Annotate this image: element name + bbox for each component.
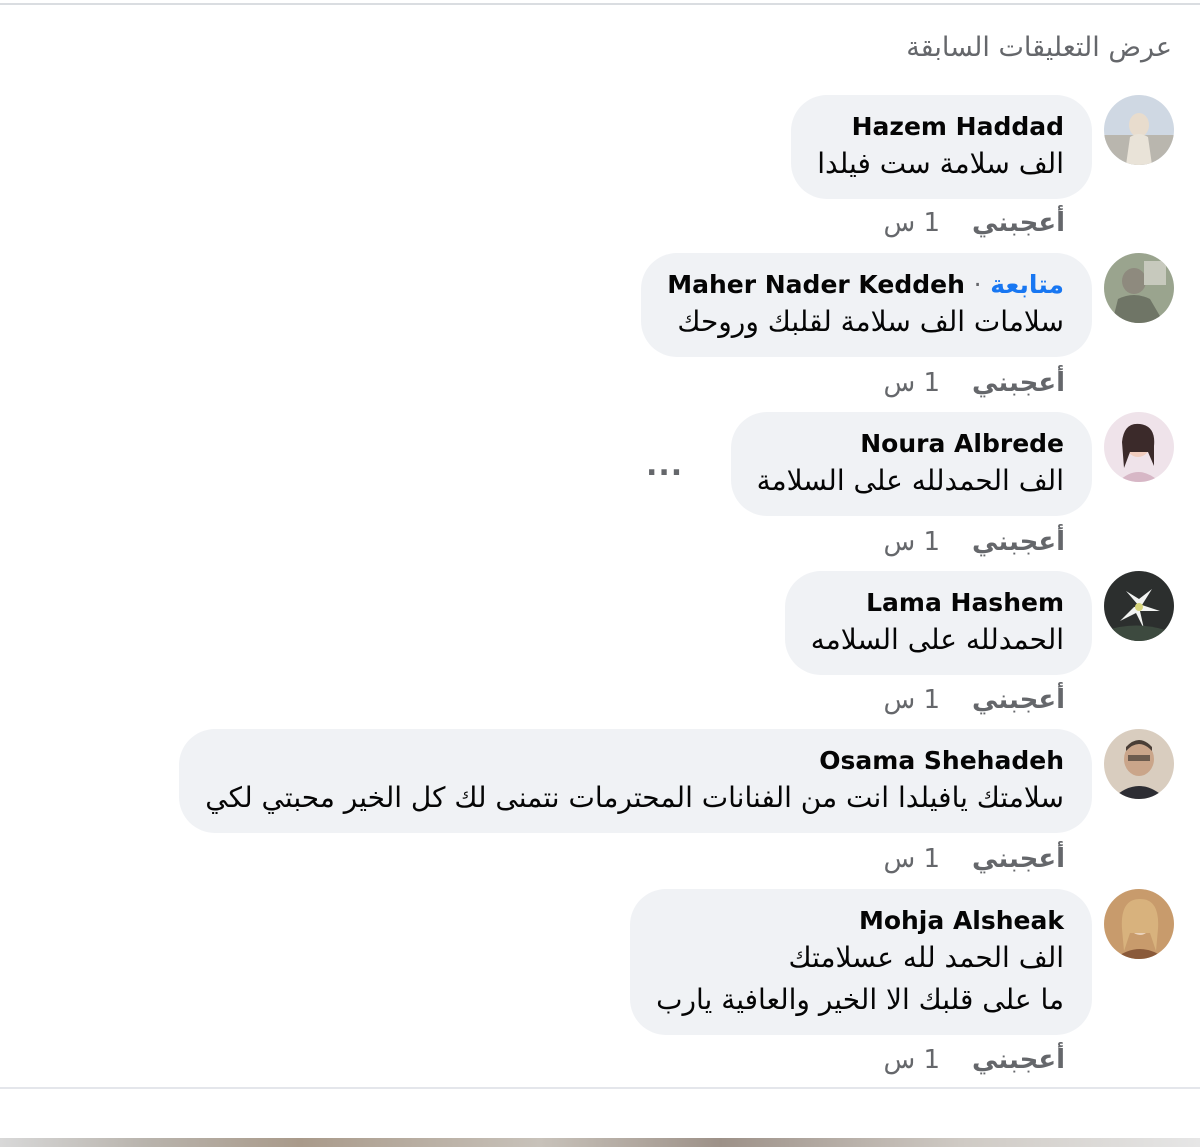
comment-actions: أعجبني 1 س: [883, 208, 1065, 238]
comment-timestamp[interactable]: 1 س: [883, 844, 940, 874]
comment-timestamp[interactable]: 1 س: [883, 527, 940, 557]
comment-actions: أعجبني 1 س: [883, 368, 1065, 398]
like-button[interactable]: أعجبني: [972, 844, 1065, 874]
comment-text: الحمدلله على السلامه: [810, 623, 1064, 656]
comment-timestamp[interactable]: 1 س: [883, 685, 940, 715]
comment-text: الف سلامة ست فيلدا: [817, 147, 1064, 180]
more-options-icon[interactable]: ...: [646, 448, 683, 483]
next-post-image-edge: [0, 1138, 1200, 1147]
comment-author-row: Maher Nader Keddeh · متابعة: [667, 269, 1064, 301]
comment-item: Maher Nader Keddeh · متابعة سلامات الف س…: [641, 253, 1174, 357]
section-divider: [0, 1087, 1200, 1089]
comment-text: الف الحمدلله على السلامة: [756, 464, 1064, 497]
comment-bubble: Noura Albrede الف الحمدلله على السلامة: [730, 412, 1092, 516]
comment-bubble: Osama Shehadeh سلامتك يافيلدا انت من الف…: [179, 729, 1092, 833]
like-button[interactable]: أعجبني: [972, 685, 1065, 715]
comment-actions: أعجبني 1 س: [883, 1045, 1065, 1075]
comment-bubble: Mohja Alsheak الف الحمد لله عسلامتك ما ع…: [630, 889, 1092, 1035]
follow-link[interactable]: متابعة: [990, 270, 1064, 299]
comment-actions: أعجبني 1 س: [883, 527, 1065, 557]
like-button[interactable]: أعجبني: [972, 527, 1065, 557]
avatar[interactable]: [1104, 571, 1174, 641]
like-button[interactable]: أعجبني: [972, 368, 1065, 398]
view-previous-comments-link[interactable]: عرض التعليقات السابقة: [906, 32, 1172, 63]
comment-item: Hazem Haddad الف سلامة ست فيلدا: [791, 95, 1174, 199]
comment-author[interactable]: Hazem Haddad: [817, 111, 1064, 143]
comment-actions: أعجبني 1 س: [883, 685, 1065, 715]
like-button[interactable]: أعجبني: [972, 208, 1065, 238]
comment-bubble: Maher Nader Keddeh · متابعة سلامات الف س…: [641, 253, 1092, 357]
comment-item: Lama Hashem الحمدلله على السلامه: [784, 571, 1174, 675]
comment-text-line-1: الف الحمد لله عسلامتك: [788, 941, 1064, 974]
avatar[interactable]: [1104, 253, 1174, 323]
separator-dot: ·: [973, 270, 982, 299]
comment-author[interactable]: Noura Albrede: [757, 428, 1064, 460]
comment-item: Osama Shehadeh سلامتك يافيلدا انت من الف…: [179, 729, 1174, 833]
comment-text-line-2: ما على قلبك الا الخير والعافية يارب: [656, 983, 1064, 1016]
avatar[interactable]: [1104, 95, 1174, 165]
comments-section: عرض التعليقات السابقة Hazem Haddad الف س…: [0, 0, 1200, 1147]
comment-bubble: Lama Hashem الحمدلله على السلامه: [784, 571, 1092, 675]
avatar[interactable]: [1104, 889, 1174, 959]
comment-actions: أعجبني 1 س: [883, 844, 1065, 874]
comment-timestamp[interactable]: 1 س: [883, 368, 940, 398]
comment-bubble: Hazem Haddad الف سلامة ست فيلدا: [791, 95, 1092, 199]
comment-author[interactable]: Lama Hashem: [811, 587, 1064, 619]
comment-timestamp[interactable]: 1 س: [883, 208, 940, 238]
like-button[interactable]: أعجبني: [972, 1045, 1065, 1075]
comment-item: Mohja Alsheak الف الحمد لله عسلامتك ما ع…: [630, 889, 1174, 1035]
comment-timestamp[interactable]: 1 س: [883, 1045, 940, 1075]
comment-author[interactable]: Mohja Alsheak: [656, 905, 1064, 937]
comment-text: سلامات الف سلامة لقلبك وروحك: [677, 305, 1064, 338]
comment-author[interactable]: Osama Shehadeh: [205, 745, 1064, 777]
avatar[interactable]: [1104, 412, 1174, 482]
avatar[interactable]: [1104, 729, 1174, 799]
comment-author[interactable]: Maher Nader Keddeh: [667, 270, 965, 299]
comment-item: Noura Albrede الف الحمدلله على السلامة: [730, 412, 1174, 516]
comment-text: سلامتك يافيلدا انت من الفنانات المحترمات…: [205, 781, 1064, 814]
